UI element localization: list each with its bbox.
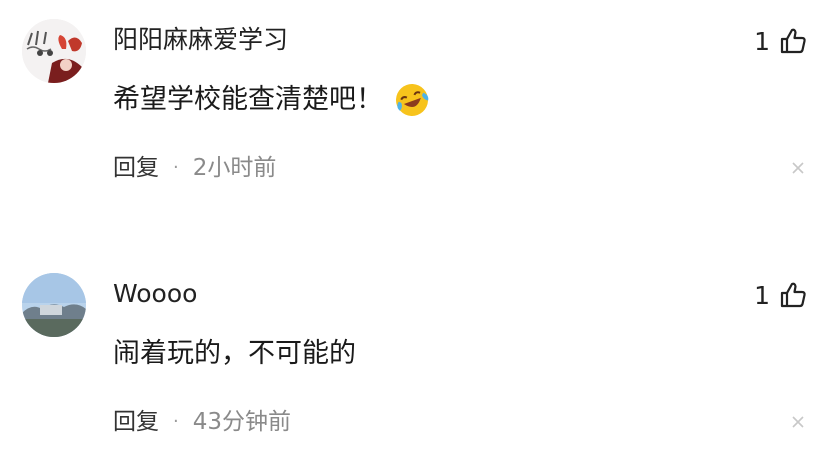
username[interactable]: Woooo [113, 276, 197, 312]
comment-time: 43分钟前 [192, 409, 292, 435]
meta-separator: · [173, 411, 179, 432]
comment-item: 阳阳麻麻爱学习 1 希望学校能查清楚吧！ 回复 · 2小时前 [0, 0, 836, 200]
comment-time: 2小时前 [192, 155, 277, 181]
comment-text-row: 希望学校能查清楚吧！ [113, 80, 431, 120]
like-button[interactable]: 1 [754, 278, 808, 312]
dismiss-icon[interactable] [790, 160, 806, 176]
cartoon-girl-avatar-icon [22, 19, 86, 83]
meta-separator: · [173, 157, 179, 178]
comment-item: Woooo 1 闹着玩的，不可能的 回复 · 43分钟前 [0, 254, 836, 454]
thumbs-up-icon[interactable] [778, 26, 808, 56]
laughing-crying-emoji-icon [393, 81, 431, 119]
reply-button[interactable]: 回复 [113, 151, 159, 185]
comment-list: 阳阳麻麻爱学习 1 希望学校能查清楚吧！ 回复 · 2小时前 Woooo 1 闹… [0, 0, 836, 474]
comment-text: 希望学校能查清楚吧！ [113, 84, 383, 115]
like-count: 1 [754, 26, 770, 56]
landscape-photo-avatar-icon [22, 273, 86, 337]
user-avatar[interactable] [22, 19, 86, 83]
thumbs-up-icon[interactable] [778, 280, 808, 310]
comment-text: 闹着玩的，不可能的 [113, 338, 356, 369]
like-button[interactable]: 1 [754, 24, 808, 58]
dismiss-icon[interactable] [790, 414, 806, 430]
reply-button[interactable]: 回复 [113, 405, 159, 439]
like-count: 1 [754, 280, 770, 310]
comment-text-row: 闹着玩的，不可能的 [113, 334, 356, 374]
comment-meta: 回复 · 43分钟前 [113, 405, 291, 439]
comment-meta: 回复 · 2小时前 [113, 151, 276, 185]
user-avatar[interactable] [22, 273, 86, 337]
username[interactable]: 阳阳麻麻爱学习 [113, 22, 288, 58]
